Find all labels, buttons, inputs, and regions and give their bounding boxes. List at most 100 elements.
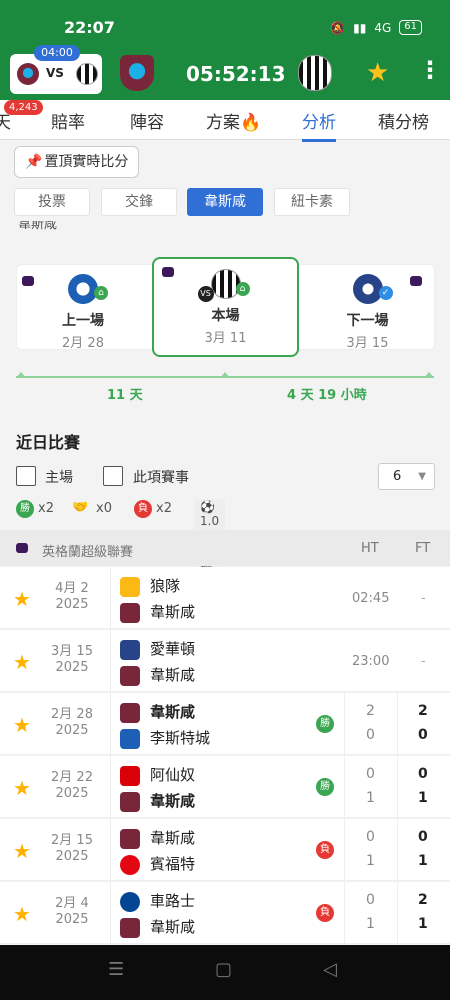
away-team: 賓福特 xyxy=(120,853,195,875)
current-match-card[interactable]: VS ⌂ 本場 3月 11 xyxy=(152,257,299,357)
ft-away-score: 0 xyxy=(418,727,428,743)
home-team-crest-icon[interactable] xyxy=(120,55,154,91)
match-day: 4月 2 xyxy=(55,581,89,596)
ht-away-score: 1 xyxy=(366,916,375,932)
match-day: 3月 15 xyxy=(51,644,93,659)
match-date: 3月 15 2025 xyxy=(36,644,108,676)
ft-home-score: 2 xyxy=(418,703,428,719)
next-match-card[interactable]: ✓ 下一場 3月 15 xyxy=(300,264,435,351)
loss-badge: 負 xyxy=(134,500,152,518)
ht-away-score: 1 xyxy=(366,790,375,806)
bell-off-icon: 🔕 xyxy=(330,20,346,35)
away-team-name: 韋斯咸 xyxy=(150,666,196,684)
chip-head-to-head[interactable]: 交鋒 xyxy=(101,188,177,216)
tab-standings[interactable]: 積分榜 xyxy=(378,108,429,133)
premier-league-logo-icon xyxy=(22,276,34,286)
match-year: 2025 xyxy=(55,723,89,738)
handshake-icon: 🤝 xyxy=(72,500,89,515)
match-count-select[interactable]: 6 ▼ xyxy=(378,463,435,490)
team-crest-icon xyxy=(120,891,140,912)
divider xyxy=(110,630,111,692)
status-bar: 22:07 🔕 ▮▮ 4G 61 xyxy=(0,18,450,40)
vs-icon: VS xyxy=(197,286,214,302)
chip-west-ham[interactable]: 韋斯咸 xyxy=(187,188,263,216)
signal-icon: ▮▮ xyxy=(353,20,367,35)
pin-live-score-button[interactable]: 📌 置頂實時比分 xyxy=(14,146,140,178)
ht-home-score: 0 xyxy=(366,892,375,908)
ft-away-score: 1 xyxy=(418,853,428,869)
result-badge: 勝 xyxy=(316,715,334,733)
favorite-star-icon[interactable]: ★ xyxy=(366,58,389,88)
kickoff-time: 23:00 xyxy=(352,654,390,669)
ft-away-score: 1 xyxy=(418,790,428,806)
battery-icon: 61 xyxy=(399,20,422,35)
home-team: 韋斯咸 xyxy=(120,701,195,723)
win-count: x2 xyxy=(38,501,54,516)
tab-odds[interactable]: 賠率 xyxy=(51,108,85,133)
match-year: 2025 xyxy=(55,912,89,927)
premier-league-logo-icon xyxy=(410,276,422,286)
star-icon[interactable]: ★ xyxy=(13,587,31,611)
league-name: 英格蘭超級聯賽 xyxy=(42,545,134,560)
away-team: 韋斯咸 xyxy=(120,916,195,938)
timeline-marker xyxy=(220,372,230,378)
tab-tips-label: 方案 xyxy=(206,113,240,133)
divider xyxy=(110,819,111,881)
match-year: 2025 xyxy=(55,597,89,612)
win-badge: 勝 xyxy=(16,500,34,518)
section-heading-partial: 韋斯咸 xyxy=(18,221,58,232)
more-menu-icon[interactable]: ⋮ xyxy=(418,58,442,82)
back-triangle-icon[interactable]: ◁ xyxy=(323,959,337,980)
ft-placeholder: - xyxy=(421,654,426,669)
timeline-marker xyxy=(424,372,434,378)
match-row[interactable]: ★ 2月 22 2025 阿仙奴 韋斯咸勝 0 1 0 1 xyxy=(0,756,450,818)
chip-vote[interactable]: 投票 xyxy=(14,188,90,216)
star-icon[interactable]: ★ xyxy=(13,713,31,737)
team-crest-icon xyxy=(120,917,140,938)
away-team: 李斯特城 xyxy=(120,727,210,749)
match-row[interactable]: ★ 3月 15 2025 愛華頓 韋斯咸 23:00- xyxy=(0,630,450,692)
match-row[interactable]: ★ 2月 28 2025 韋斯咸 李斯特城勝 2 0 2 0 xyxy=(0,693,450,755)
divider xyxy=(110,567,111,629)
star-icon[interactable]: ★ xyxy=(13,839,31,863)
same-competition-checkbox[interactable] xyxy=(103,466,123,486)
mini-scoreboard[interactable]: 04:00 VS xyxy=(10,45,102,94)
match-day: 2月 28 xyxy=(51,707,93,722)
star-icon[interactable]: ★ xyxy=(13,776,31,800)
newcastle-crest-icon xyxy=(76,63,98,85)
4g-icon: 4G xyxy=(374,20,392,35)
previous-match-card[interactable]: ⌂ 上一場 2月 28 xyxy=(16,264,150,351)
away-team-name: 李斯特城 xyxy=(150,729,211,747)
previous-match-label: 上一場 xyxy=(62,313,104,329)
match-day: 2月 4 xyxy=(55,896,89,911)
soccer-ball-icon: ⚽ xyxy=(200,500,215,514)
match-row[interactable]: ★ 2月 4 2025 車路士 韋斯咸負 0 1 2 1 xyxy=(0,882,450,944)
star-icon[interactable]: ★ xyxy=(13,650,31,674)
home-team-name: 韋斯咸 xyxy=(150,703,196,721)
tab-lineup[interactable]: 陣容 xyxy=(130,108,164,133)
match-row[interactable]: ★ 4月 2 2025 狼隊 韋斯咸 02:45- xyxy=(0,567,450,629)
divider xyxy=(344,756,345,818)
home-square-icon[interactable]: ▢ xyxy=(215,959,232,980)
chip-newcastle[interactable]: 紐卡素 xyxy=(274,188,350,216)
match-header: 22:07 🔕 ▮▮ 4G 61 04:00 VS 05:52:13 ★ ⋮ xyxy=(0,0,450,100)
divider xyxy=(397,819,398,881)
home-team: 韋斯咸 xyxy=(120,827,195,849)
league-header-row: 英格蘭超級聯賽 HT FT xyxy=(0,530,450,566)
home-only-checkbox[interactable] xyxy=(16,466,36,486)
team-crest-icon xyxy=(120,728,140,749)
match-row[interactable]: ★ 2月 15 2025 韋斯咸 賓福特負 0 1 0 1 xyxy=(0,819,450,881)
divider xyxy=(110,693,111,755)
away-team-crest-icon[interactable] xyxy=(298,55,332,91)
star-icon[interactable]: ★ xyxy=(13,902,31,926)
system-nav-bar: ☰ ▢ ◁ xyxy=(0,945,450,1000)
tab-tips[interactable]: 方案🔥 xyxy=(206,108,261,133)
team-crest-icon xyxy=(120,828,140,849)
countdown-clock: 05:52:13 xyxy=(186,62,286,86)
ft-away-score: 1 xyxy=(418,916,428,932)
leicester-crest-icon: ⌂ xyxy=(68,274,108,304)
home-team-name: 阿仙奴 xyxy=(150,766,196,784)
tab-analysis[interactable]: 分析 xyxy=(302,108,336,142)
match-date: 2月 28 2025 xyxy=(36,707,108,739)
menu-icon[interactable]: ☰ xyxy=(108,959,124,980)
